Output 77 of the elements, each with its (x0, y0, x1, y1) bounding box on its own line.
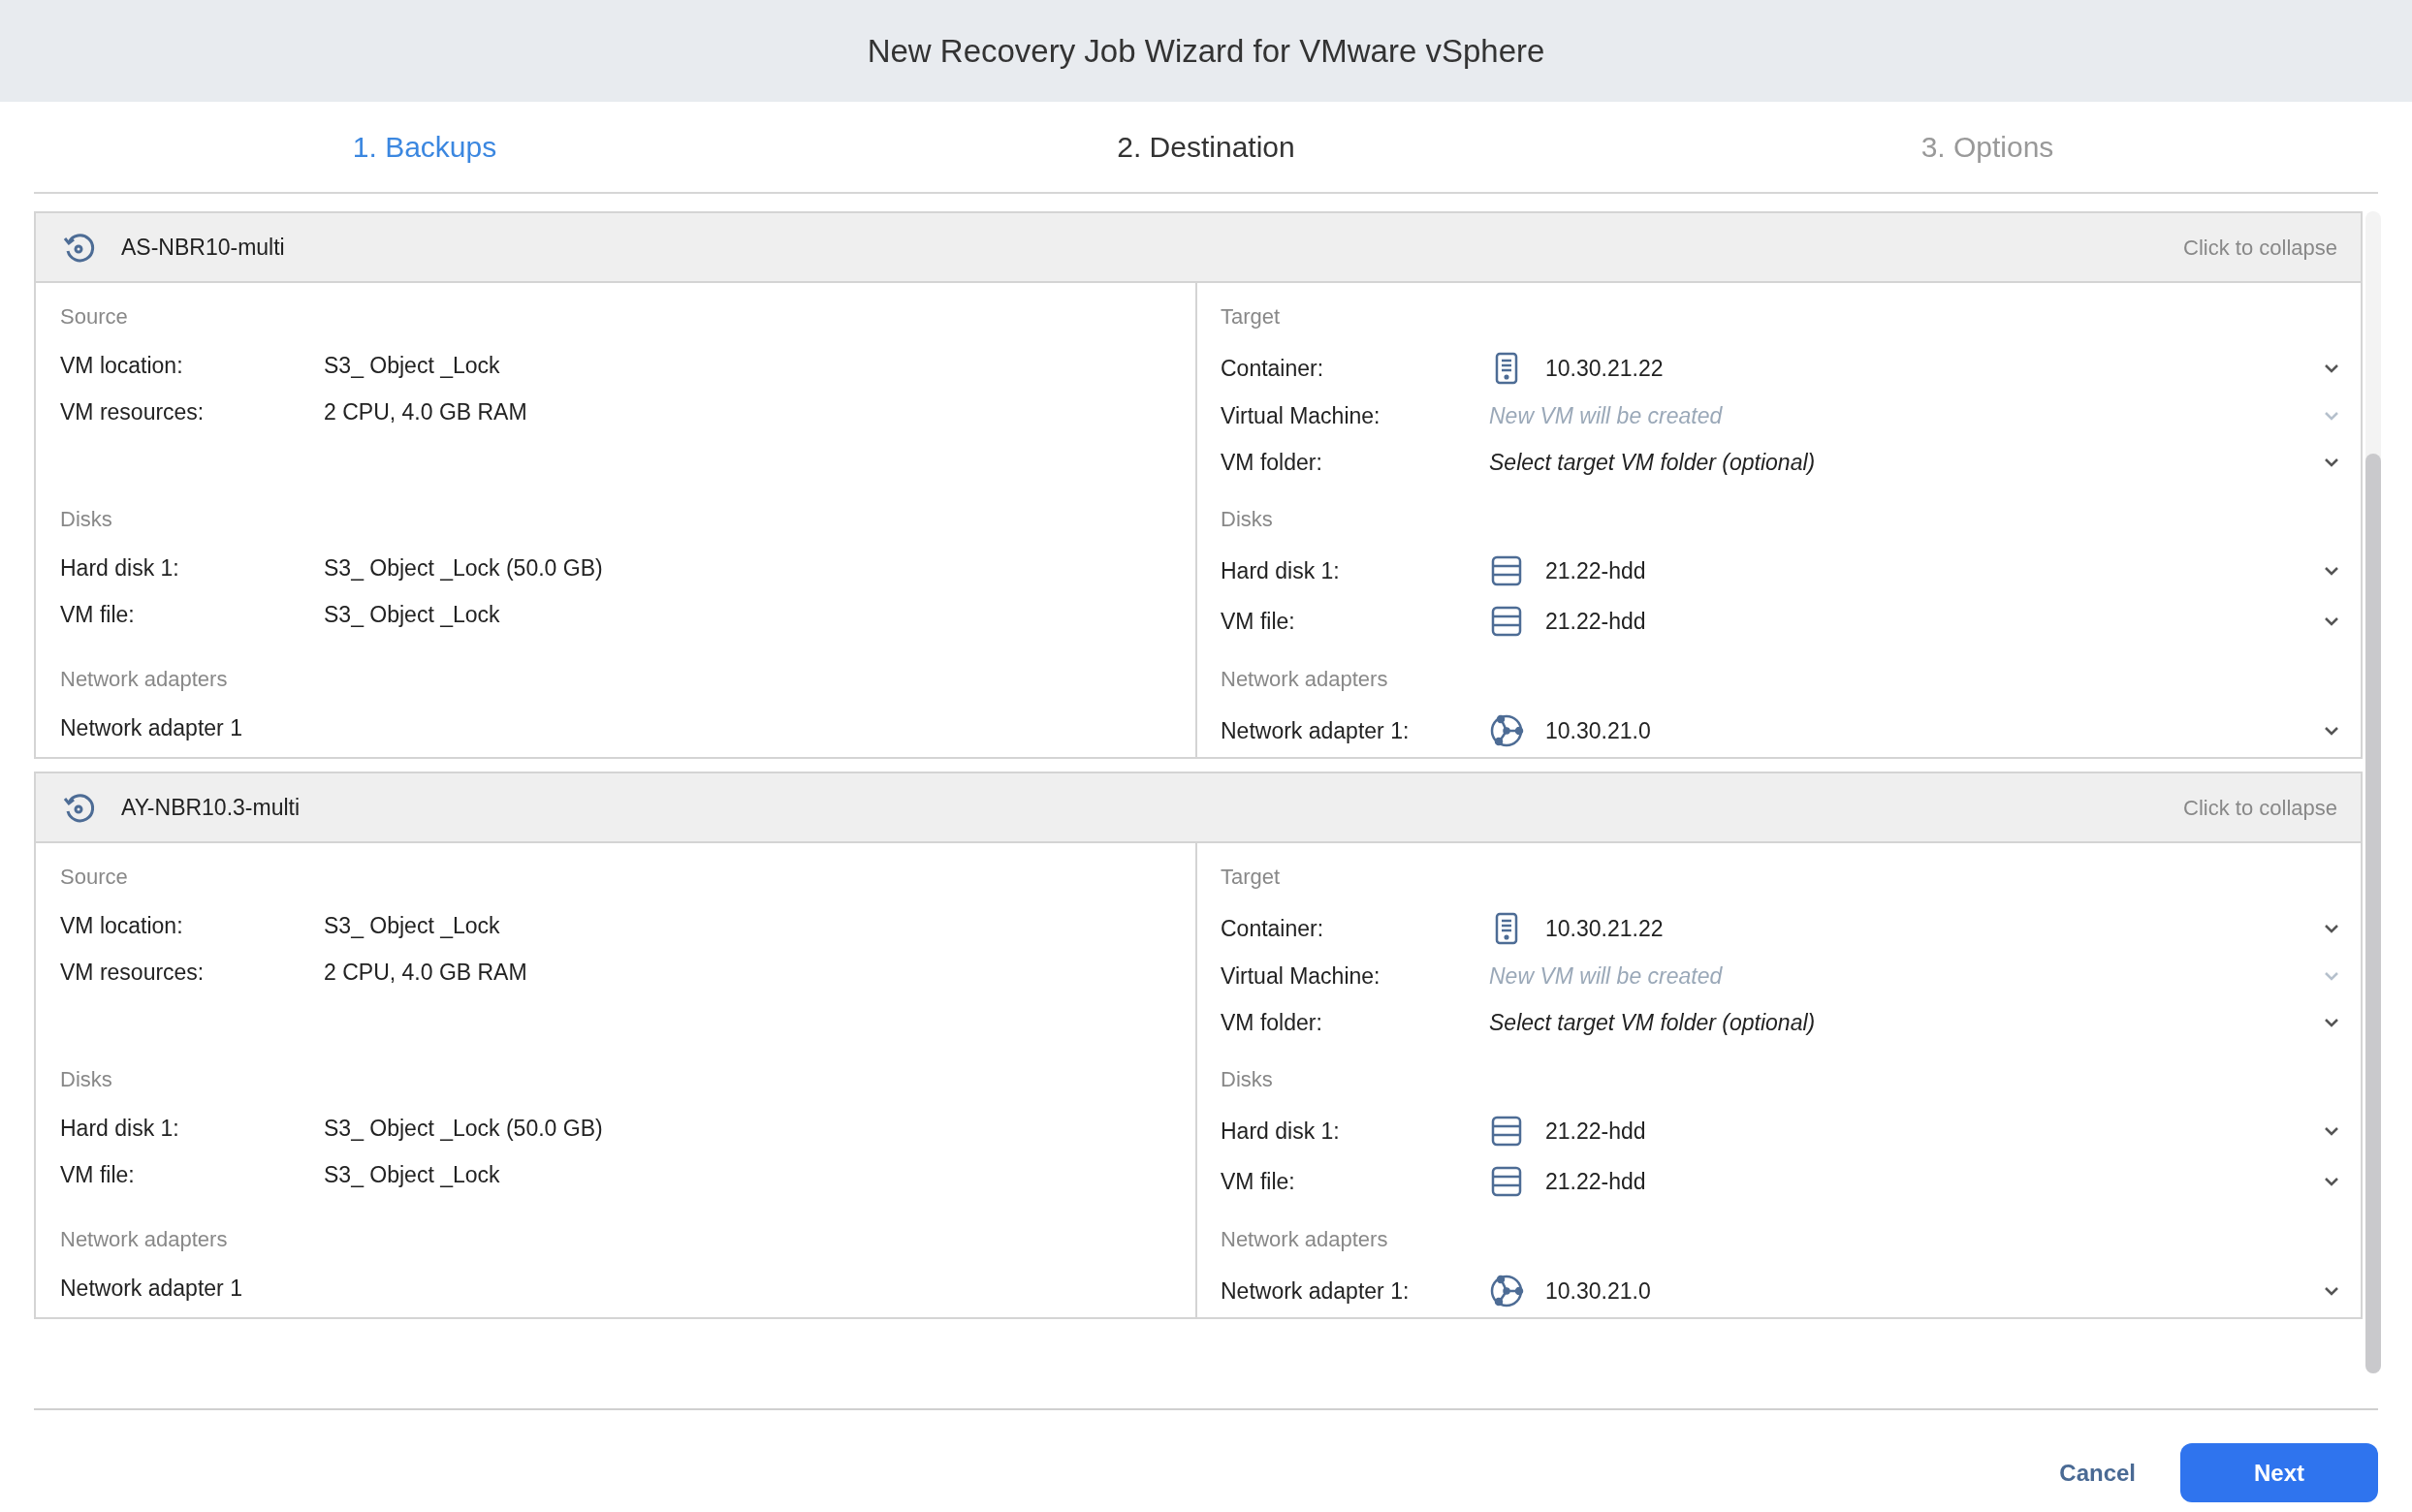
section-heading: Source (60, 303, 129, 331)
field-value: S3_ Object _Lock (324, 600, 501, 629)
field-label: VM file: (1221, 1167, 1296, 1196)
section-heading: Disks (60, 1066, 113, 1093)
field-label: VM folder: (1221, 1008, 1323, 1037)
target-dropdown[interactable]: Select target VM folder (optional) (1489, 1005, 2339, 1040)
target-dropdown[interactable]: 21.22-hdd (1489, 604, 2339, 639)
target-dropdown[interactable]: 21.22-hdd (1489, 1114, 2339, 1149)
caret-icon (2324, 726, 2339, 736)
target-dropdown[interactable]: 10.30.21.22 (1489, 911, 2339, 946)
field-label: Virtual Machine: (1221, 961, 1381, 991)
window-title: New Recovery Job Wizard for VMware vSphere (0, 0, 2412, 102)
section-heading: Disks (1221, 506, 1274, 533)
caret-icon (2324, 1177, 2339, 1186)
section-heading: Network adapters (60, 666, 229, 693)
field-label: VM folder: (1221, 448, 1323, 477)
field-value: S3_ Object _Lock (50.0 GB) (324, 1114, 604, 1143)
wizard-step-tab[interactable]: 1. Backups (34, 102, 815, 192)
field-label: Network adapter 1 (60, 1274, 242, 1303)
wizard-step-tab[interactable]: 2. Destination (815, 102, 1597, 192)
caret-icon (2324, 924, 2339, 933)
target-dropdown[interactable]: 10.30.21.0 (1489, 713, 2339, 748)
caret-icon (2324, 1286, 2339, 1296)
field-value: S3_ Object _Lock (50.0 GB) (324, 553, 604, 583)
field-label: Network adapter 1: (1221, 716, 1411, 745)
field-label: VM location: (60, 911, 184, 940)
field-label: Container: (1221, 914, 1325, 943)
field-label: Hard disk 1: (1221, 1117, 1341, 1146)
field-label: Network adapter 1: (1221, 1276, 1411, 1306)
caret-icon (2324, 1018, 2339, 1027)
storage-icon (1489, 604, 1524, 639)
next-button[interactable]: Next (2180, 1443, 2378, 1502)
section-heading: Network adapters (1221, 1226, 1389, 1253)
section-heading: Disks (1221, 1066, 1274, 1093)
field-label: VM location: (60, 351, 184, 380)
caret-icon (2324, 363, 2339, 373)
field-label: Virtual Machine: (1221, 401, 1381, 430)
field-label: Container: (1221, 354, 1325, 383)
target-dropdown[interactable]: 10.30.21.22 (1489, 351, 2339, 386)
section-heading: Target (1221, 864, 1282, 891)
field-label: VM resources: (60, 397, 206, 426)
field-label: Network adapter 1 (60, 713, 242, 742)
network-icon (1489, 1274, 1524, 1308)
field-label: VM file: (60, 600, 136, 629)
network-icon (1489, 713, 1524, 748)
target-dropdown[interactable]: 21.22-hdd (1489, 1164, 2339, 1199)
field-label: Hard disk 1: (60, 553, 180, 583)
caret-icon (2324, 411, 2339, 421)
field-label: VM file: (1221, 607, 1296, 636)
backup-name: AS-NBR10-multi (121, 233, 286, 262)
caret-icon (2324, 1126, 2339, 1136)
field-value: S3_ Object _Lock (324, 911, 501, 940)
field-label: Hard disk 1: (60, 1114, 180, 1143)
field-value: S3_ Object _Lock (324, 1160, 501, 1189)
section-heading: Source (60, 864, 129, 891)
field-label: Hard disk 1: (1221, 556, 1341, 585)
target-dropdown[interactable]: 10.30.21.0 (1489, 1274, 2339, 1308)
storage-icon (1489, 1114, 1524, 1149)
cancel-button[interactable]: Cancel (2053, 1454, 2142, 1492)
section-heading: Target (1221, 303, 1282, 331)
field-label: VM file: (60, 1160, 136, 1189)
caret-icon (2324, 971, 2339, 981)
section-heading: Network adapters (60, 1226, 229, 1253)
storage-icon (1489, 553, 1524, 588)
field-value: S3_ Object _Lock (324, 351, 501, 380)
section-heading: Network adapters (1221, 666, 1389, 693)
storage-icon (1489, 1164, 1524, 1199)
caret-icon (2324, 616, 2339, 626)
field-value: 2 CPU, 4.0 GB RAM (324, 397, 528, 426)
field-value: 2 CPU, 4.0 GB RAM (324, 958, 528, 987)
caret-icon (2324, 457, 2339, 467)
caret-icon (2324, 566, 2339, 576)
section-heading: Disks (60, 506, 113, 533)
field-label: VM resources: (60, 958, 206, 987)
backup-name: AY-NBR10.3-multi (121, 793, 302, 822)
target-dropdown[interactable]: 21.22-hdd (1489, 553, 2339, 588)
target-dropdown[interactable]: Select target VM folder (optional) (1489, 445, 2339, 480)
